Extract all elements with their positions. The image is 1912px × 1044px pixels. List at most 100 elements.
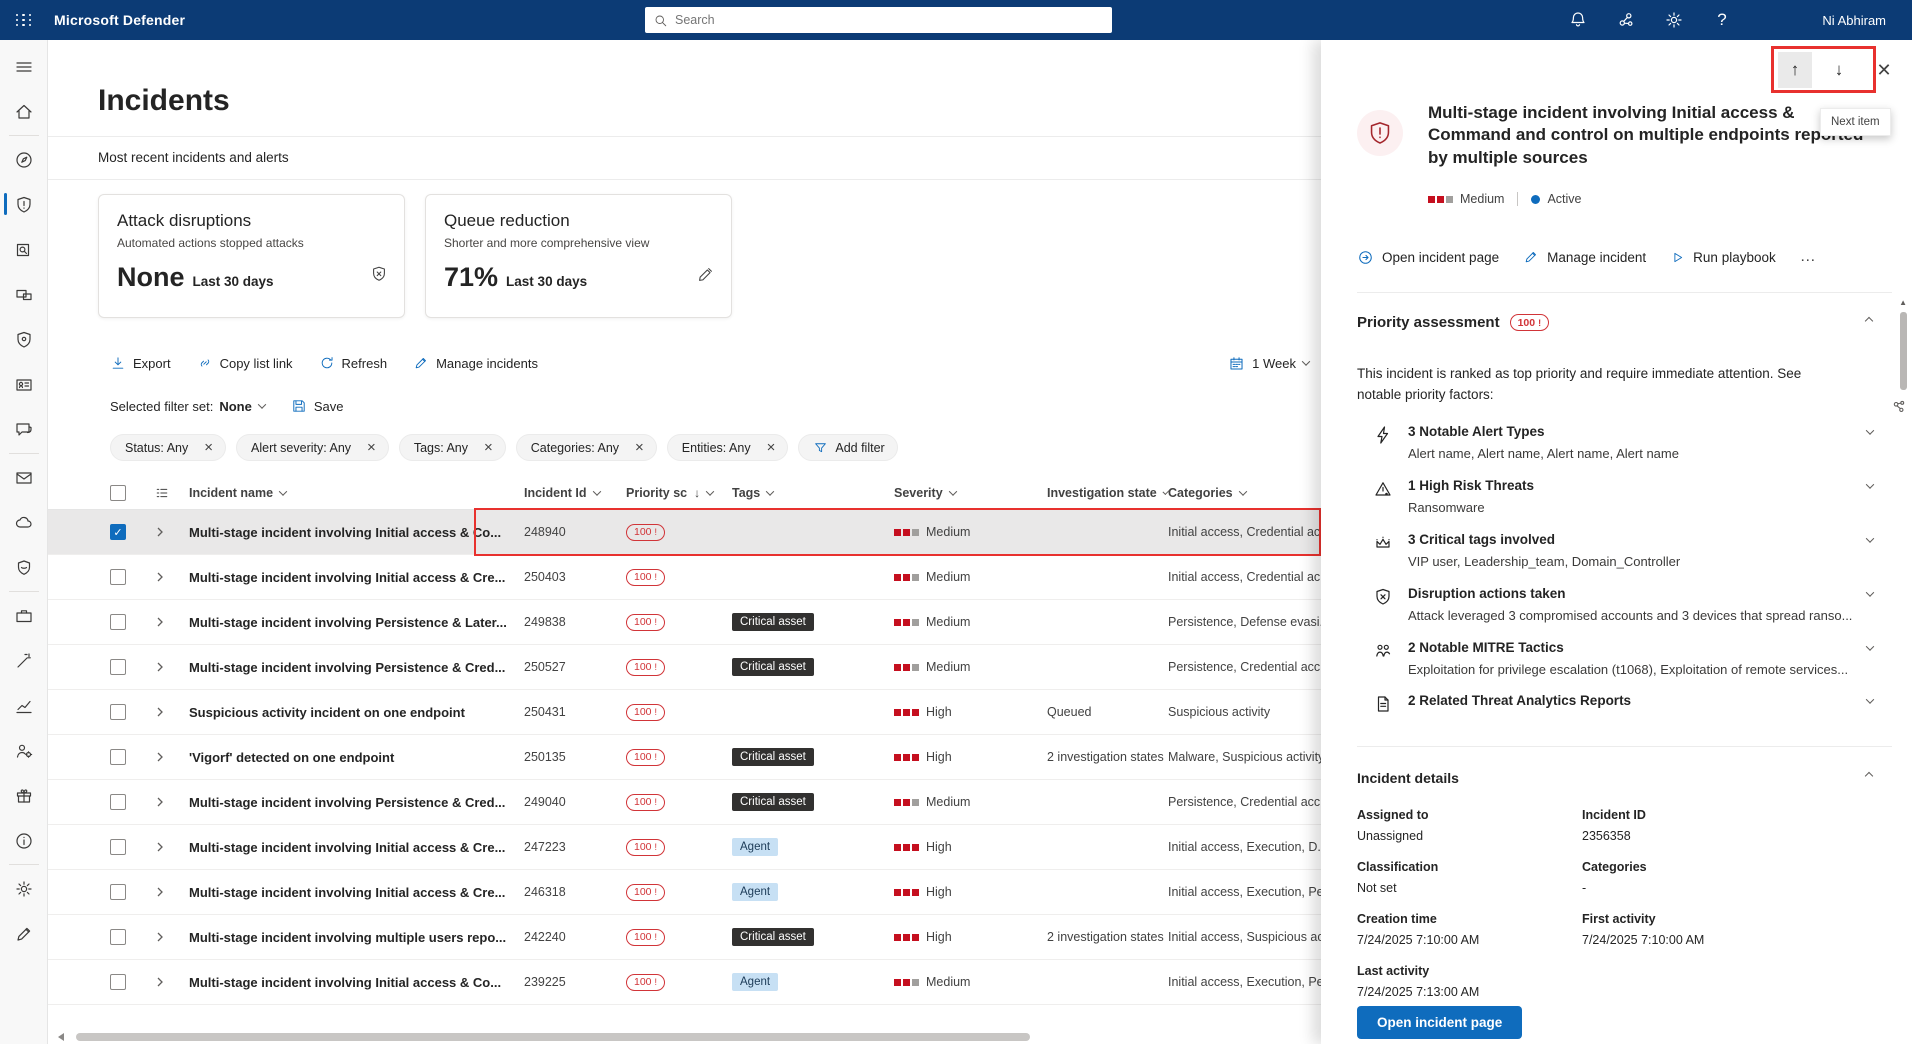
expand-row-icon[interactable] — [154, 931, 166, 943]
row-checkbox[interactable] — [110, 794, 126, 810]
queue-reduction-card[interactable]: Queue reduction Shorter and more compreh… — [425, 194, 732, 318]
attack-disruptions-card[interactable]: Attack disruptions Automated actions sto… — [98, 194, 405, 318]
incident-name-link[interactable]: 'Vigorf' detected on one endpoint — [189, 750, 524, 765]
chevron-down-icon[interactable] — [1866, 534, 1874, 542]
filter-pill[interactable]: Alert severity: Any× — [236, 434, 389, 461]
horizontal-scrollbar[interactable] — [48, 1032, 1321, 1042]
more-actions-icon[interactable]: … — [1800, 248, 1817, 266]
sidebar-item-permissions[interactable] — [0, 728, 48, 773]
search-input[interactable] — [675, 13, 1104, 27]
row-checkbox[interactable] — [110, 659, 126, 675]
notifications-icon[interactable] — [1568, 10, 1588, 30]
col-tags[interactable]: Tags — [732, 486, 894, 500]
row-checkbox[interactable]: ✓ — [110, 524, 126, 540]
next-item-button[interactable]: ↓ — [1822, 52, 1856, 88]
col-incident-id[interactable]: Incident Id — [524, 486, 626, 500]
select-all-checkbox[interactable] — [110, 485, 126, 501]
row-checkbox[interactable] — [110, 704, 126, 720]
col-severity[interactable]: Severity — [894, 486, 1047, 500]
export-button[interactable]: Export — [110, 355, 171, 371]
clear-filter-icon[interactable]: × — [367, 440, 376, 455]
chevron-down-icon[interactable] — [1866, 480, 1874, 488]
expand-row-icon[interactable] — [154, 706, 166, 718]
row-checkbox[interactable] — [110, 974, 126, 990]
table-row[interactable]: Multi-stage incident involving Persisten… — [48, 780, 1321, 825]
run-playbook-action[interactable]: Run playbook — [1670, 250, 1776, 265]
sidebar-item-incidents[interactable] — [0, 182, 48, 227]
sidebar-item-menu[interactable] — [0, 44, 48, 89]
col-incident-name[interactable]: Incident name — [189, 486, 524, 500]
expand-row-icon[interactable] — [154, 571, 166, 583]
add-filter-button[interactable]: Add filter — [798, 434, 897, 461]
priority-factor[interactable]: Disruption actions taken Attack leverage… — [1373, 586, 1873, 625]
chevron-down-icon[interactable] — [1866, 642, 1874, 650]
collapse-section-icon[interactable] — [1865, 772, 1873, 780]
sidebar-item-hunting[interactable] — [0, 317, 48, 362]
col-investigation-state[interactable]: Investigation state — [1047, 486, 1168, 500]
global-search[interactable] — [645, 7, 1112, 33]
filter-pill[interactable]: Categories: Any× — [516, 434, 657, 461]
scroll-up-icon[interactable]: ▲ — [1899, 298, 1907, 307]
table-row[interactable]: ✓ Multi-stage incident involving Initial… — [48, 510, 1321, 555]
clear-filter-icon[interactable]: × — [767, 440, 776, 455]
expand-row-icon[interactable] — [154, 976, 166, 988]
priority-factor[interactable]: 2 Notable MITRE Tactics Exploitation for… — [1373, 640, 1873, 679]
sidebar-item-policies[interactable] — [0, 545, 48, 590]
scrollbar-thumb[interactable] — [76, 1033, 1030, 1041]
clear-filter-icon[interactable]: × — [204, 440, 213, 455]
table-row[interactable]: 'Vigorf' detected on one endpoint 250135… — [48, 735, 1321, 780]
priority-factor[interactable]: 3 Notable Alert Types Alert name, Alert … — [1373, 424, 1873, 463]
sidebar-item-cloud-apps[interactable] — [0, 500, 48, 545]
close-panel-icon[interactable]: ✕ — [1872, 52, 1896, 88]
previous-item-button[interactable]: ↑ — [1778, 52, 1812, 88]
table-row[interactable]: Multi-stage incident involving Persisten… — [48, 600, 1321, 645]
row-checkbox[interactable] — [110, 929, 126, 945]
table-row[interactable]: Multi-stage incident involving Initial a… — [48, 555, 1321, 600]
table-row[interactable]: Suspicious activity incident on one endp… — [48, 690, 1321, 735]
save-filter-button[interactable]: Save — [291, 398, 344, 414]
expand-row-icon[interactable] — [154, 526, 166, 538]
priority-factor[interactable]: 2 Related Threat Analytics Reports — [1373, 693, 1873, 714]
filter-pill[interactable]: Tags: Any× — [399, 434, 506, 461]
table-row[interactable]: Multi-stage incident involving Persisten… — [48, 645, 1321, 690]
settings-gear-icon[interactable] — [1664, 10, 1684, 30]
incident-name-link[interactable]: Multi-stage incident involving Persisten… — [189, 660, 524, 675]
sidebar-item-email-collaboration[interactable] — [0, 455, 48, 500]
sidebar-item-trials[interactable] — [0, 773, 48, 818]
row-checkbox[interactable] — [110, 569, 126, 585]
table-row[interactable]: Multi-stage incident involving multiple … — [48, 915, 1321, 960]
chevron-down-icon[interactable] — [1866, 426, 1874, 434]
sidebar-item-investigation[interactable] — [0, 227, 48, 272]
incident-name-link[interactable]: Multi-stage incident involving multiple … — [189, 930, 524, 945]
clear-filter-icon[interactable]: × — [635, 440, 644, 455]
expand-row-icon[interactable] — [154, 796, 166, 808]
sidebar-item-reports[interactable] — [0, 683, 48, 728]
open-incident-page-button[interactable]: Open incident page — [1357, 1006, 1522, 1039]
sidebar-item-actions-submissions[interactable] — [0, 407, 48, 452]
incident-name-link[interactable]: Multi-stage incident involving Initial a… — [189, 975, 524, 990]
clear-filter-icon[interactable]: × — [484, 440, 493, 455]
filter-pill[interactable]: Status: Any× — [110, 434, 226, 461]
open-incident-page-action[interactable]: Open incident page — [1357, 249, 1499, 266]
expand-row-icon[interactable] — [154, 616, 166, 628]
table-row[interactable]: Multi-stage incident involving Initial a… — [48, 960, 1321, 1005]
incident-name-link[interactable]: Multi-stage incident involving Persisten… — [189, 795, 524, 810]
sidebar-item-customize-navigation[interactable] — [0, 911, 48, 956]
chevron-down-icon[interactable] — [1866, 588, 1874, 596]
incident-name-link[interactable]: Multi-stage incident involving Persisten… — [189, 615, 524, 630]
col-categories[interactable]: Categories — [1168, 486, 1321, 500]
row-checkbox[interactable] — [110, 839, 126, 855]
copy-list-link-button[interactable]: Copy list link — [197, 355, 293, 371]
priority-factor[interactable]: 1 High Risk Threats Ransomware — [1373, 478, 1873, 517]
collapse-section-icon[interactable] — [1865, 317, 1873, 325]
sidebar-item-devices[interactable] — [0, 272, 48, 317]
table-row[interactable]: Multi-stage incident involving Initial a… — [48, 825, 1321, 870]
group-list-icon[interactable] — [154, 485, 170, 501]
sidebar-item-settings[interactable] — [0, 866, 48, 911]
sidebar-item-help[interactable] — [0, 818, 48, 863]
expand-row-icon[interactable] — [154, 751, 166, 763]
row-checkbox[interactable] — [110, 749, 126, 765]
community-icon[interactable] — [1616, 10, 1636, 30]
filter-set-dropdown[interactable]: None — [219, 399, 265, 414]
incident-name-link[interactable]: Multi-stage incident involving Initial a… — [189, 570, 524, 585]
